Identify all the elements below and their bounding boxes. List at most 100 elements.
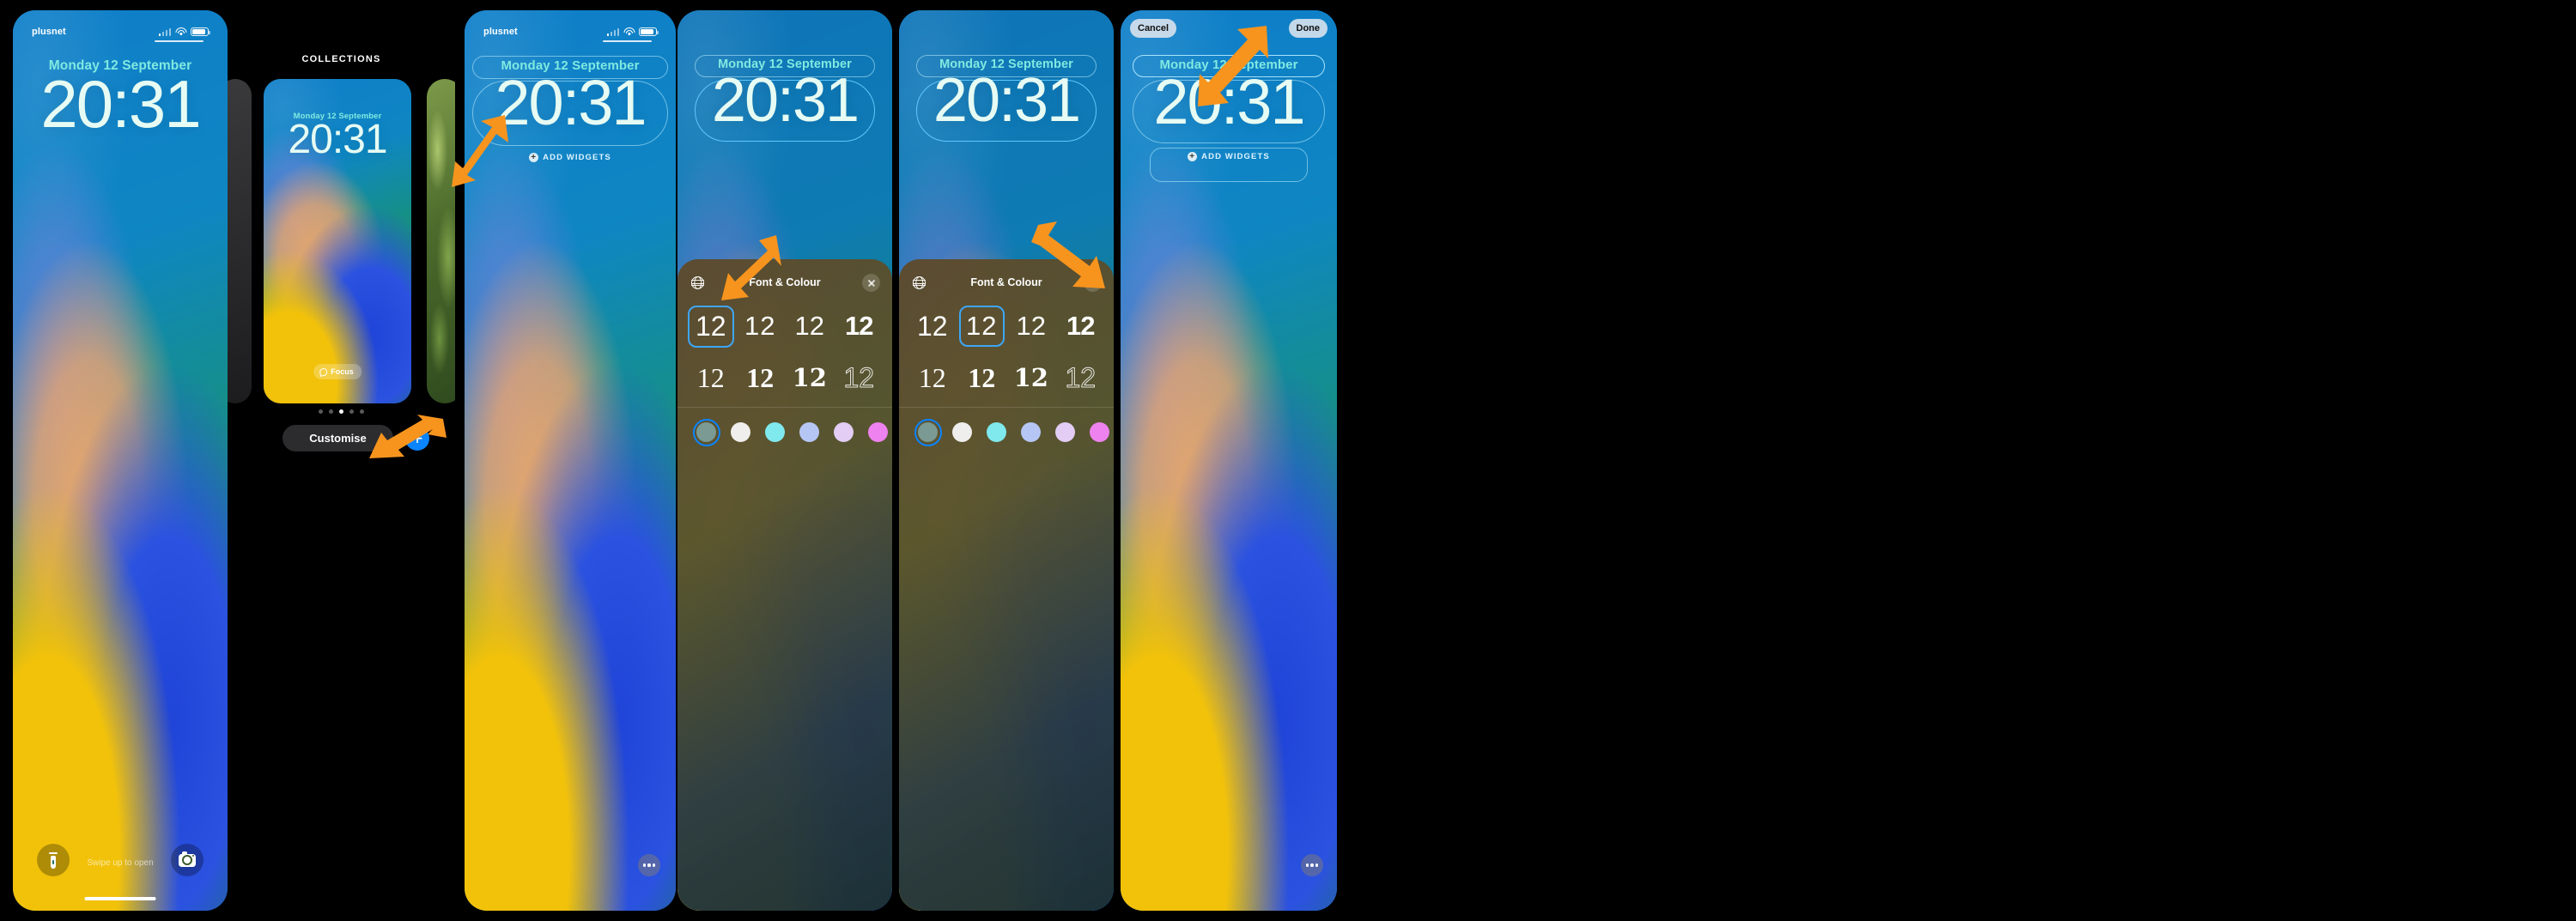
phone-frame-sheet-1: Monday 12 September 20:31 Font & Colour …	[677, 10, 892, 911]
battery-icon	[639, 27, 659, 37]
status-underline	[603, 40, 652, 42]
page-dot[interactable]	[319, 409, 323, 414]
page-dot[interactable]	[329, 409, 333, 414]
focus-pill[interactable]: Focus	[313, 364, 361, 379]
wallpaper	[13, 10, 228, 911]
panel-font-colour-2: Monday 12 September 20:31 Font & Colour …	[899, 0, 1121, 921]
font-option[interactable]: 12	[1056, 361, 1106, 394]
phone-frame-lock: plusnet Monday 12 September 20:31 Swipe …	[13, 10, 228, 911]
add-widgets-button[interactable]: + ADD WIDGETS	[1121, 152, 1337, 161]
editor-time[interactable]: 20:31	[465, 70, 676, 134]
font-row-1: 12 12 12 12	[899, 300, 1114, 352]
clock-block: Monday 12 September 20:31	[1121, 58, 1337, 134]
camera-button[interactable]	[171, 844, 204, 876]
font-row-2: 12 12 12 12	[899, 352, 1114, 403]
colour-swatch[interactable]	[987, 422, 1006, 442]
font-option[interactable]: 12	[785, 311, 835, 342]
page-dot-active[interactable]	[339, 409, 343, 414]
clock-block: Monday 12 September 20:31	[13, 58, 228, 142]
font-option[interactable]: 12	[835, 311, 884, 342]
sheet-title: Font & Colour	[970, 276, 1042, 288]
preview-time[interactable]: 20:31	[677, 70, 892, 131]
colour-swatch-active[interactable]	[692, 418, 720, 446]
preview-time[interactable]: 20:31	[899, 70, 1114, 131]
status-icons	[606, 27, 659, 37]
font-option[interactable]: 12	[785, 363, 835, 392]
battery-icon	[191, 27, 211, 37]
font-option[interactable]: 12	[1056, 311, 1106, 342]
close-icon[interactable]	[862, 274, 880, 292]
font-option[interactable]: 12	[686, 362, 736, 394]
clock-block: Monday 12 September 20:31	[677, 58, 892, 131]
phone-frame-editor: plusnet Monday 12 September 20:31 + ADD …	[465, 10, 676, 911]
font-option[interactable]: 12	[1006, 363, 1056, 392]
screenshot-stage: plusnet Monday 12 September 20:31 Swipe …	[0, 0, 2576, 921]
colour-swatch[interactable]	[765, 422, 785, 442]
page-dot[interactable]	[360, 409, 364, 414]
font-option[interactable]: 12	[957, 306, 1007, 347]
font-grid[interactable]: 12 12 12 12 12 12 12 12	[677, 300, 892, 403]
colour-swatch[interactable]	[952, 422, 972, 442]
colour-swatch[interactable]	[1055, 422, 1075, 442]
colour-swatch[interactable]	[799, 422, 819, 442]
colour-swatch[interactable]	[834, 422, 854, 442]
status-bar: plusnet	[465, 27, 676, 37]
customise-button[interactable]: Customise	[283, 425, 393, 451]
font-option[interactable]: 12	[908, 362, 957, 394]
wallpaper	[465, 10, 676, 911]
font-colour-sheet[interactable]: Font & Colour 12 12 12 12 12 12 12 12	[677, 259, 892, 911]
wallpaper-card-current[interactable]: Monday 12 September 20:31 Focus	[264, 79, 411, 403]
carrier-label: plusnet	[483, 27, 518, 37]
wifi-icon	[623, 27, 635, 36]
carrier-label: plusnet	[32, 27, 66, 37]
phone-frame-done: Cancel Done Monday 12 September 20:31 + …	[1121, 10, 1337, 911]
plus-circle-icon: +	[1188, 152, 1198, 161]
more-options-button[interactable]	[1301, 854, 1323, 876]
font-grid[interactable]: 12 12 12 12 12 12 12 12	[899, 300, 1114, 403]
close-icon[interactable]	[1084, 274, 1102, 292]
colour-swatch[interactable]	[1090, 422, 1109, 442]
page-dot[interactable]	[349, 409, 354, 414]
panel-font-colour-1: Monday 12 September 20:31 Font & Colour …	[677, 0, 899, 921]
colour-swatch-row[interactable]	[914, 418, 1114, 446]
wallpaper-card-next[interactable]	[427, 79, 455, 403]
phone-frame-sheet-2: Monday 12 September 20:31 Font & Colour …	[899, 10, 1114, 911]
font-option[interactable]: 12	[957, 362, 1007, 394]
panel-collections: COLLECTIONS Monday 12 September 20:31 Fo…	[228, 0, 455, 921]
cellular-bars-icon	[158, 27, 171, 37]
status-underline	[155, 40, 204, 42]
focus-moon-icon	[319, 368, 327, 376]
wallpaper-card-previous[interactable]	[228, 79, 252, 403]
font-row-1: 12 12 12 12	[677, 300, 892, 352]
camera-icon	[179, 851, 196, 867]
done-button[interactable]: Done	[1288, 19, 1327, 38]
lock-time: 20:31	[40, 66, 201, 142]
font-colour-sheet[interactable]: Font & Colour 12 12 12 12 12 12 12 12	[899, 259, 1114, 911]
font-option[interactable]: 12	[686, 305, 736, 348]
colour-swatch-row[interactable]	[692, 418, 892, 446]
font-option[interactable]: 12	[908, 311, 957, 342]
cancel-button[interactable]: Cancel	[1130, 19, 1177, 38]
add-widgets-label: ADD WIDGETS	[543, 153, 611, 162]
font-option[interactable]: 12	[1006, 311, 1056, 342]
more-options-button[interactable]	[638, 854, 660, 876]
colour-swatch[interactable]	[868, 422, 888, 442]
colour-swatch[interactable]	[731, 422, 750, 442]
clock-block: Monday 12 September 20:31	[264, 112, 411, 160]
colour-swatch[interactable]	[1021, 422, 1041, 442]
clock-block: Monday 12 September 20:31	[465, 58, 676, 135]
font-selection-ring	[958, 306, 1005, 347]
page-dots[interactable]	[228, 409, 455, 414]
font-option[interactable]: 12	[736, 362, 786, 394]
font-option[interactable]: 12	[835, 361, 884, 394]
sheet-divider	[677, 407, 892, 408]
add-widgets-button[interactable]: + ADD WIDGETS	[465, 153, 676, 162]
home-indicator[interactable]	[84, 897, 156, 900]
collections-title: COLLECTIONS	[301, 54, 381, 64]
font-row-2: 12 12 12 12	[677, 352, 892, 403]
colour-swatch-active[interactable]	[914, 418, 942, 446]
editor-time[interactable]: 20:31	[1121, 70, 1337, 133]
add-wallpaper-button[interactable]: +	[405, 427, 429, 451]
font-option[interactable]: 12	[736, 311, 786, 342]
add-widgets-label: ADD WIDGETS	[1201, 152, 1270, 161]
